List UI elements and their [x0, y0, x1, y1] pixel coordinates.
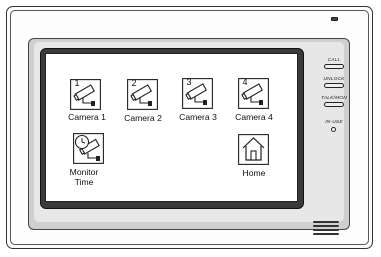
grille-slot	[313, 233, 339, 235]
camera-1-label[interactable]: Camera 1	[65, 112, 109, 122]
in-use-led-indicator	[331, 127, 336, 132]
grille-slot	[313, 225, 339, 227]
monitor-time-label[interactable]: Monitor Time	[64, 167, 104, 187]
call-label: CALL	[327, 58, 341, 63]
grille-slot	[313, 221, 339, 223]
home-icon[interactable]	[238, 134, 269, 165]
camera-1-number: 1	[74, 78, 80, 88]
call-button[interactable]	[324, 64, 344, 69]
camera-3-label[interactable]: Camera 3	[176, 112, 220, 122]
camera-2-number: 2	[131, 78, 137, 88]
in-use-label: IN-USE	[325, 120, 343, 125]
monitor-time-icon[interactable]	[73, 133, 104, 164]
grille-slot	[313, 229, 339, 231]
camera-4-label[interactable]: Camera 4	[232, 112, 276, 122]
unlock-label: UNLOCK	[323, 77, 345, 82]
speaker-grille	[311, 221, 341, 237]
unlock-button[interactable]	[324, 83, 344, 88]
camera-4-number: 4	[242, 77, 248, 87]
camera-2-label[interactable]: Camera 2	[121, 113, 165, 123]
talk-mon-button[interactable]	[324, 102, 344, 107]
talk-mon-label: TALK/MON	[321, 96, 347, 101]
home-label[interactable]: Home	[234, 168, 274, 178]
camera-sensor	[331, 17, 338, 21]
monitor-time-label-line1: Monitor	[69, 167, 99, 177]
monitor-time-label-line2: Time	[74, 177, 94, 187]
camera-3-number: 3	[186, 77, 192, 87]
